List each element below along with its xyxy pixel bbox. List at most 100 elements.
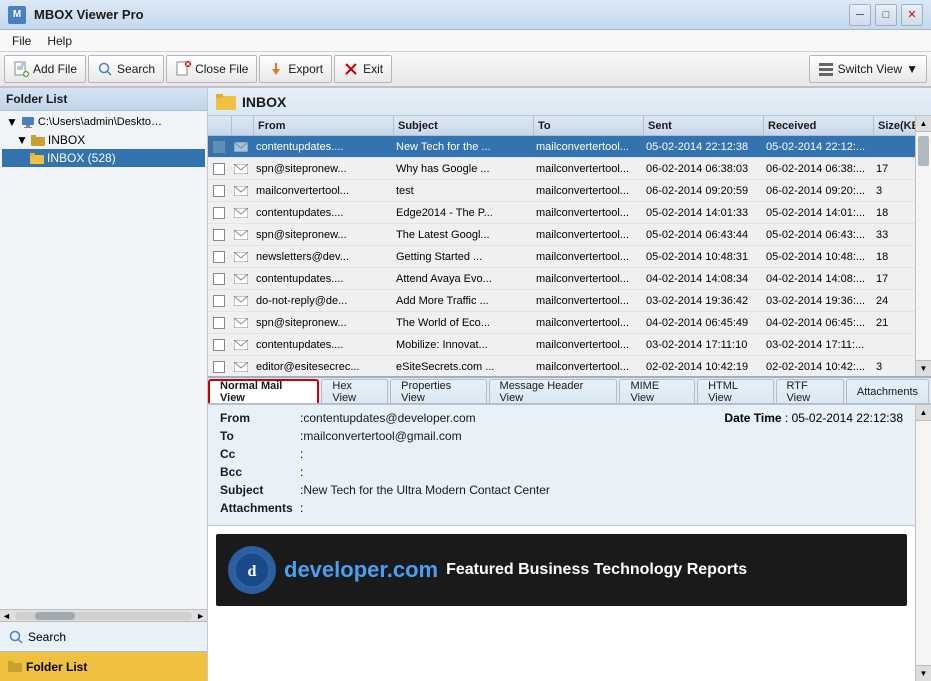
close-file-button[interactable]: Close File [166,55,257,83]
preview-scrollbar[interactable]: ▲ ▼ [915,405,931,681]
row-checkbox-3[interactable] [208,207,230,219]
tab-rtf-view[interactable]: RTF View [776,379,844,403]
scroll-track[interactable] [15,612,192,620]
switch-view-arrow: ▼ [906,62,918,76]
email-list: From Subject To Sent Received Size(KB) c… [208,116,931,376]
horizontal-scrollbar[interactable]: ◄ ► [0,609,207,621]
scroll-thumb[interactable] [35,612,75,620]
tab-message-header-view[interactable]: Message Header View [489,379,618,403]
export-button[interactable]: Export [259,55,332,83]
row-received-1: 06-02-2014 06:38:... [762,163,872,175]
tab-hex-view[interactable]: Hex View [321,379,388,403]
row-checkbox-1[interactable] [208,163,230,175]
search-sidebar-button[interactable]: Search [0,621,207,651]
scroll-track-v[interactable] [916,132,931,360]
header-subject[interactable]: Subject [394,116,534,135]
maximize-button[interactable]: □ [875,4,897,26]
row-envelope-icon-7 [230,296,252,306]
tab-normal-mail-view[interactable]: Normal Mail View [208,379,319,403]
preview-bcc-row: Bcc : [220,465,704,479]
email-row[interactable]: do-not-reply@de... Add More Traffic ... … [208,290,915,312]
email-row[interactable]: spn@sitepronew... Why has Google ... mai… [208,158,915,180]
header-from[interactable]: From [254,116,394,135]
email-row[interactable]: spn@sitepronew... The World of Eco... ma… [208,312,915,334]
row-from-3: contentupdates.... [252,207,392,219]
export-label: Export [288,62,323,76]
header-icon [232,116,254,135]
search-sidebar-label: Search [28,630,66,644]
scroll-up-btn[interactable]: ▲ [916,116,931,132]
switch-view-button[interactable]: Switch View ▼ [809,55,927,83]
header-to[interactable]: To [534,116,644,135]
row-subject-4: The Latest Googl... [392,229,532,241]
tab-attachments[interactable]: Attachments [846,379,929,403]
email-list-scrollbar[interactable]: ▲ ▼ [915,116,931,376]
inbox-parent-label: INBOX [48,133,85,147]
close-button[interactable]: ✕ [901,4,923,26]
email-row[interactable]: contentupdates.... Edge2014 - The P... m… [208,202,915,224]
row-checkbox-9[interactable] [208,339,230,351]
tab-html-view[interactable]: HTML View [697,379,773,403]
row-checkbox-10[interactable] [208,361,230,373]
row-checkbox-0[interactable] [208,141,230,153]
row-checkbox-5[interactable] [208,251,230,263]
email-row[interactable]: contentupdates.... Mobilize: Innovat... … [208,334,915,356]
switch-view-label: Switch View [838,62,902,76]
scroll-left-btn[interactable]: ◄ [0,611,13,621]
row-checkbox-4[interactable] [208,229,230,241]
preview-from-value: contentupdates@developer.com [303,411,475,425]
preview-scroll-up-btn[interactable]: ▲ [916,405,931,421]
menu-help[interactable]: Help [39,32,80,50]
toolbar-left: Add File Search Close File Export Exit [4,55,392,83]
email-row[interactable]: contentupdates.... New Tech for the ... … [208,136,915,158]
row-checkbox-8[interactable] [208,317,230,329]
minimize-button[interactable]: ─ [849,4,871,26]
row-envelope-icon-9 [230,340,252,350]
svg-text:d: d [248,563,257,580]
search-toolbar-button[interactable]: Search [88,55,164,83]
email-row[interactable]: spn@sitepronew... The Latest Googl... ma… [208,224,915,246]
row-checkbox-7[interactable] [208,295,230,307]
scroll-down-btn[interactable]: ▼ [916,360,931,376]
exit-button[interactable]: Exit [334,55,392,83]
preview-scroll-track[interactable] [916,421,931,665]
header-size[interactable]: Size(KB) [874,116,915,135]
header-received[interactable]: Received [764,116,874,135]
add-file-button[interactable]: Add File [4,55,86,83]
email-row[interactable]: editor@esitesecrec... eSiteSecrets.com .… [208,356,915,376]
email-row[interactable]: mailconvertertool... test mailconvertert… [208,180,915,202]
header-sent[interactable]: Sent [644,116,764,135]
row-to-8: mailconvertertool... [532,317,642,329]
row-received-6: 04-02-2014 14:08:... [762,273,872,285]
tab-mime-view[interactable]: MIME View [619,379,695,403]
menu-bar: File Help [0,30,931,52]
folder-item-inbox-parent[interactable]: ▼ INBOX [2,131,205,149]
preview-to-label: To [220,429,300,443]
folder-list-button[interactable]: Folder List [0,651,207,681]
row-checkbox-6[interactable] [208,273,230,285]
row-from-9: contentupdates.... [252,339,392,351]
row-received-10: 02-02-2014 10:42:... [762,361,872,373]
menu-file[interactable]: File [4,32,39,50]
folder-item-inbox[interactable]: INBOX (528) [2,149,205,167]
email-row[interactable]: contentupdates.... Attend Avaya Evo... m… [208,268,915,290]
row-subject-9: Mobilize: Innovat... [392,339,532,351]
row-size-3: 18 [872,207,915,219]
folder-icon [31,135,45,146]
email-row[interactable]: newsletters@dev... Getting Started ... m… [208,246,915,268]
preview-subject-label: Subject [220,483,300,497]
scroll-right-btn[interactable]: ► [194,611,207,621]
row-sent-10: 02-02-2014 10:42:19 [642,361,762,373]
scroll-thumb-v[interactable] [918,136,929,166]
preview-scroll-down-btn[interactable]: ▼ [916,665,931,681]
inbox-title: INBOX [242,94,286,110]
row-size-6: 17 [872,273,915,285]
folder-item-root[interactable]: ▼ C:\Users\admin\Desktop\Nisl [2,113,205,131]
inbox-icon [216,94,236,110]
row-envelope-icon-1 [230,164,252,174]
row-checkbox-2[interactable] [208,185,230,197]
preview-bcc-label: Bcc [220,465,300,479]
row-sent-5: 05-02-2014 10:48:31 [642,251,762,263]
row-sent-9: 03-02-2014 17:11:10 [642,339,762,351]
tab-properties-view[interactable]: Properties View [390,379,486,403]
